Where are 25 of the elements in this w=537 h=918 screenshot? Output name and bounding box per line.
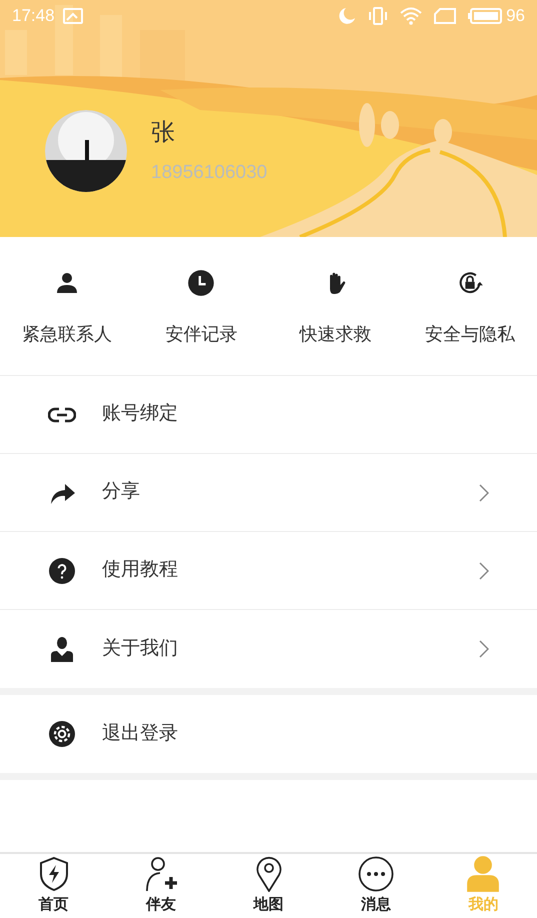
nav-tab[interactable]: 首页 xyxy=(0,854,108,918)
person-icon xyxy=(55,271,80,295)
quick-action[interactable]: 安全与隐私 xyxy=(402,237,537,375)
person-icon xyxy=(51,636,73,662)
location-pin-icon xyxy=(254,856,283,892)
add-person-icon xyxy=(144,856,178,892)
help-icon xyxy=(49,558,75,584)
nav-tab[interactable]: 消息 xyxy=(322,854,430,918)
menu-item[interactable]: 使用教程 xyxy=(0,532,537,610)
clock-icon xyxy=(187,269,216,297)
menu-item[interactable]: 分享 xyxy=(0,454,537,532)
menu-item[interactable]: 关于我们 xyxy=(0,610,537,688)
menu-item[interactable]: 退出登录 xyxy=(0,695,537,773)
person-icon xyxy=(467,856,500,892)
nav-tab[interactable]: 地图 xyxy=(214,854,322,918)
more-dots-icon xyxy=(358,856,394,892)
menu-item[interactable]: 账号绑定 xyxy=(0,376,537,454)
nav-tab[interactable]: 伴友 xyxy=(107,854,215,918)
quick-action[interactable]: 快速求救 xyxy=(268,237,403,375)
settings-icon xyxy=(49,721,75,747)
quick-action[interactable]: 紧急联系人 xyxy=(0,237,134,375)
link-icon xyxy=(48,406,76,422)
share-icon xyxy=(49,482,75,504)
shield-bolt-icon xyxy=(38,856,70,892)
quick-action[interactable]: 安伴记录 xyxy=(134,237,268,375)
